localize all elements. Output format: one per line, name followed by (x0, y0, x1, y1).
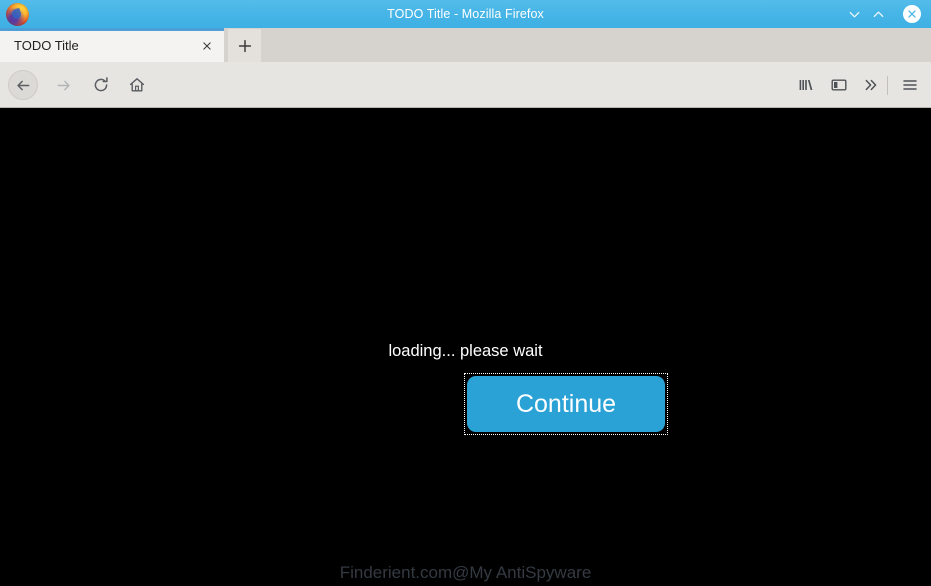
tab-label: TODO Title (14, 38, 79, 53)
new-tab-button[interactable] (228, 29, 261, 62)
tab-close-button[interactable] (198, 37, 216, 55)
library-icon (799, 80, 813, 90)
reload-icon (94, 77, 108, 92)
continue-button[interactable]: Continue (467, 376, 665, 432)
watermark-text: Finderient.com@My AntiSpyware (339, 563, 592, 582)
back-arrow-icon (16, 80, 29, 90)
title-bar: TODO Title - Mozilla Firefox (0, 0, 931, 28)
close-window-button[interactable] (901, 0, 923, 28)
close-icon (903, 5, 921, 23)
chevron-up-icon (873, 11, 883, 17)
app-menu-button[interactable] (895, 70, 925, 100)
page-content: loading... please wait Continue Finderie… (0, 108, 931, 586)
continue-button-focus-ring: Continue (464, 373, 668, 435)
home-icon (129, 78, 145, 92)
forward-button[interactable] (48, 70, 78, 100)
navigation-toolbar: https://finderient.com/c/b572b3da-e020-4… (0, 62, 931, 160)
firefox-logo-icon (6, 3, 29, 26)
hamburger-menu-icon (903, 80, 917, 90)
reload-button[interactable] (86, 70, 116, 100)
sidebar-button[interactable] (824, 70, 854, 100)
window-title: TODO Title - Mozilla Firefox (387, 7, 544, 21)
tab-strip: TODO Title (0, 28, 931, 62)
forward-arrow-icon (57, 80, 70, 90)
plus-icon (238, 39, 251, 52)
close-icon (203, 42, 211, 50)
browser-window: TODO Title - Mozilla Firefox TODO Title (0, 0, 931, 586)
library-button[interactable] (791, 70, 821, 100)
minimize-button[interactable] (843, 0, 865, 28)
sidebar-icon (831, 79, 847, 91)
chevron-down-icon (849, 11, 859, 17)
home-button[interactable] (122, 70, 152, 100)
overflow-menu-button[interactable] (856, 70, 886, 100)
maximize-button[interactable] (867, 0, 889, 28)
loading-message: loading... please wait (388, 342, 543, 360)
chevron-double-right-icon (865, 79, 877, 91)
toolbar-separator (887, 76, 888, 95)
tab-todo-title[interactable]: TODO Title (0, 28, 224, 62)
back-button[interactable] (8, 70, 38, 100)
